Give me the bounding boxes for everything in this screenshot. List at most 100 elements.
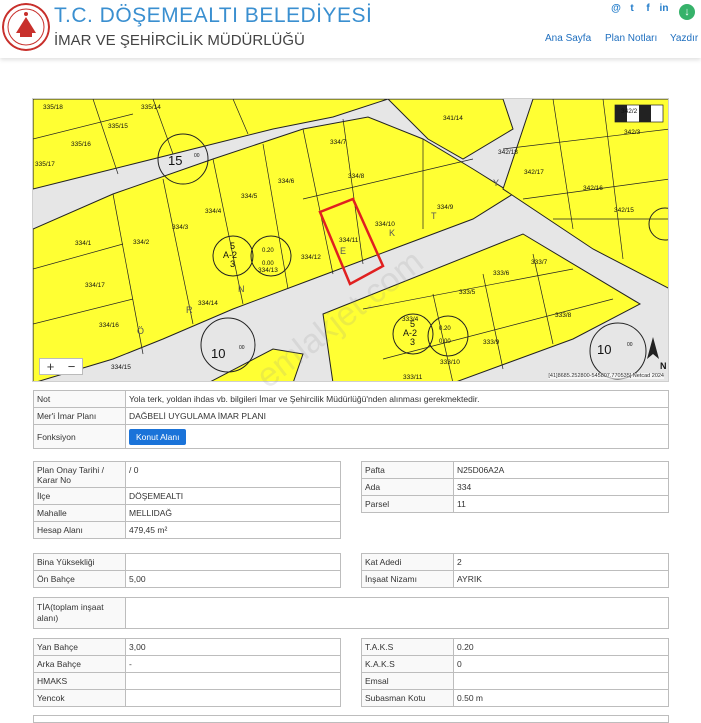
linkedin-icon[interactable]: in: [659, 3, 669, 14]
road-name-letter: T: [431, 211, 437, 221]
hmaks-value: [125, 672, 341, 690]
parcel-label: 334/3: [172, 224, 189, 231]
table-row: Hesap Alanı 479,45 m²: [33, 521, 341, 539]
parcel-label: 333/8: [555, 312, 572, 319]
area-value: 479,45 m²: [125, 521, 341, 539]
zone-small-label: 00: [239, 345, 245, 351]
floor-count-value: 2: [453, 553, 669, 571]
next-table-edge: [33, 715, 669, 723]
kaks-value: 0: [453, 655, 669, 673]
parcel-label: 335/15: [108, 123, 128, 130]
note-table: Not Yola terk, yoldan ihdas vb. bilgiler…: [33, 390, 669, 449]
building-height-label: Bina Yüksekliği: [33, 553, 126, 571]
map-canvas: 335/18 335/14 335/15 335/16 335/17 334/7 334/6…: [33, 99, 668, 381]
parcel-label: 334/17: [85, 282, 105, 289]
zone-height-label: 10: [597, 342, 611, 357]
table-row: Arka Bahçe -: [33, 655, 341, 673]
nav-print[interactable]: Yazdır: [670, 33, 698, 44]
table-row: Not Yola terk, yoldan ihdas vb. bilgiler…: [33, 390, 669, 408]
parcel-label: 334/8: [348, 173, 365, 180]
zone-height-label: 15: [168, 153, 182, 168]
tia-table: TİA(toplam inşaat alanı): [33, 597, 669, 629]
neighborhood-label: Mahalle: [33, 504, 126, 522]
yencok-label: Yencok: [33, 689, 126, 707]
ada-label: Ada: [361, 478, 454, 496]
district-value: DÖŞEMEALTI: [125, 487, 341, 505]
road-name-letter: K: [389, 228, 395, 238]
plan-date-value: / 0: [125, 461, 341, 488]
side-garden-value: 3,00: [125, 638, 341, 656]
parcel-label: 334/12: [301, 254, 321, 261]
parcel-label: 333/6: [493, 270, 510, 277]
function-label: Fonksiyon: [33, 424, 126, 449]
table-row: Yencok: [33, 689, 341, 707]
floor-table: Kat Adedi 2 İnşaat Nizamı AYRIK: [361, 553, 669, 588]
zone-small-label: 00: [194, 153, 200, 159]
front-garden-value: 5,00: [125, 570, 341, 588]
site-header: T.C. DÖŞEMEALTI BELEDİYESİ İMAR VE ŞEHİR…: [0, 0, 701, 58]
page-title: T.C. DÖŞEMEALTI BELEDİYESİ: [54, 4, 373, 27]
zoning-map[interactable]: 335/18 335/14 335/15 335/16 335/17 334/7 334/6…: [32, 98, 669, 382]
download-icon[interactable]: ↓: [679, 4, 695, 20]
parcel-label: 335/16: [71, 141, 91, 148]
hmaks-label: HMAKS: [33, 672, 126, 690]
taks-label: T.A.K.S: [361, 638, 454, 656]
parcel-label: 334/7: [330, 139, 347, 146]
parcel-label: 335/17: [35, 161, 55, 168]
nav-plan-notes[interactable]: Plan Notları: [605, 33, 657, 44]
zoom-out-button[interactable]: −: [61, 359, 82, 374]
taks-zone-label: 3: [410, 337, 415, 347]
function-button[interactable]: Konut Alanı: [129, 428, 187, 445]
parcel-label: 334/5: [241, 193, 258, 200]
nav-home[interactable]: Ana Sayfa: [545, 33, 591, 44]
taks-zone-label: 3: [230, 259, 235, 269]
municipality-logo: [2, 3, 50, 51]
parcel-label: 334/1: [75, 240, 92, 247]
zoom-in-button[interactable]: +: [40, 359, 61, 374]
table-row: HMAKS: [33, 672, 341, 690]
district-label: İlçe: [33, 487, 126, 505]
table-row: Emsal: [361, 672, 669, 690]
parcel-label: 334/11: [339, 237, 359, 244]
zoom-control: + −: [39, 358, 83, 375]
parcel-label: 333/9: [483, 339, 500, 346]
table-row: T.A.K.S 0.20: [361, 638, 669, 656]
table-row: K.A.K.S 0: [361, 655, 669, 673]
table-row: Fonksiyon Konut Alanı: [33, 424, 669, 449]
table-row: Ada 334: [361, 478, 669, 496]
pafta-value: N25D06A2A: [453, 461, 669, 479]
zone-small-label: 00: [627, 342, 633, 348]
road-name-letter: E: [340, 246, 346, 256]
road-name-letter: Y: [493, 178, 499, 188]
parsel-value: 11: [453, 495, 669, 513]
parcel-label: 342/18: [498, 149, 518, 156]
construction-order-value: AYRIK: [453, 570, 669, 588]
back-garden-label: Arka Bahçe: [33, 655, 126, 673]
parcel-label: 333/11: [403, 374, 423, 381]
tia-value: [125, 597, 669, 629]
ratio-table: T.A.K.S 0.20 K.A.K.S 0 Emsal Subasman Ko…: [361, 638, 669, 707]
height-table: Bina Yüksekliği Ön Bahçe 5,00: [33, 553, 341, 588]
plan-info-table: Plan Onay Tarihi / Karar No / 0 İlçe DÖŞ…: [33, 461, 341, 539]
table-row: Kat Adedi 2: [361, 553, 669, 571]
twitter-icon[interactable]: t: [627, 3, 637, 14]
floor-count-label: Kat Adedi: [361, 553, 454, 571]
emsal-value: [453, 672, 669, 690]
table-row: TİA(toplam inşaat alanı): [33, 597, 669, 629]
table-row: Subasman Kotu 0.50 m: [361, 689, 669, 707]
table-row: Pafta N25D06A2A: [361, 461, 669, 479]
pafta-label: Pafta: [361, 461, 454, 479]
parcel-label: 334/15: [111, 364, 131, 371]
email-icon[interactable]: @: [611, 3, 621, 14]
road-name-letter: Ö: [137, 326, 144, 336]
parcel-label: 342/3: [624, 129, 641, 136]
pafta-table: Pafta N25D06A2A Ada 334 Parsel 11: [361, 461, 669, 513]
parcel-label: 333/7: [531, 259, 548, 266]
facebook-icon[interactable]: f: [643, 3, 653, 14]
table-row: Plan Onay Tarihi / Karar No / 0: [33, 461, 341, 488]
parcel-label: 334/9: [437, 204, 454, 211]
plan-value: DAĞBELİ UYGULAMA İMAR PLANI: [125, 407, 669, 425]
parcel-label: 334/2: [133, 239, 150, 246]
parcel-label: 333/5: [459, 289, 476, 296]
north-arrow-label: N: [660, 361, 667, 371]
